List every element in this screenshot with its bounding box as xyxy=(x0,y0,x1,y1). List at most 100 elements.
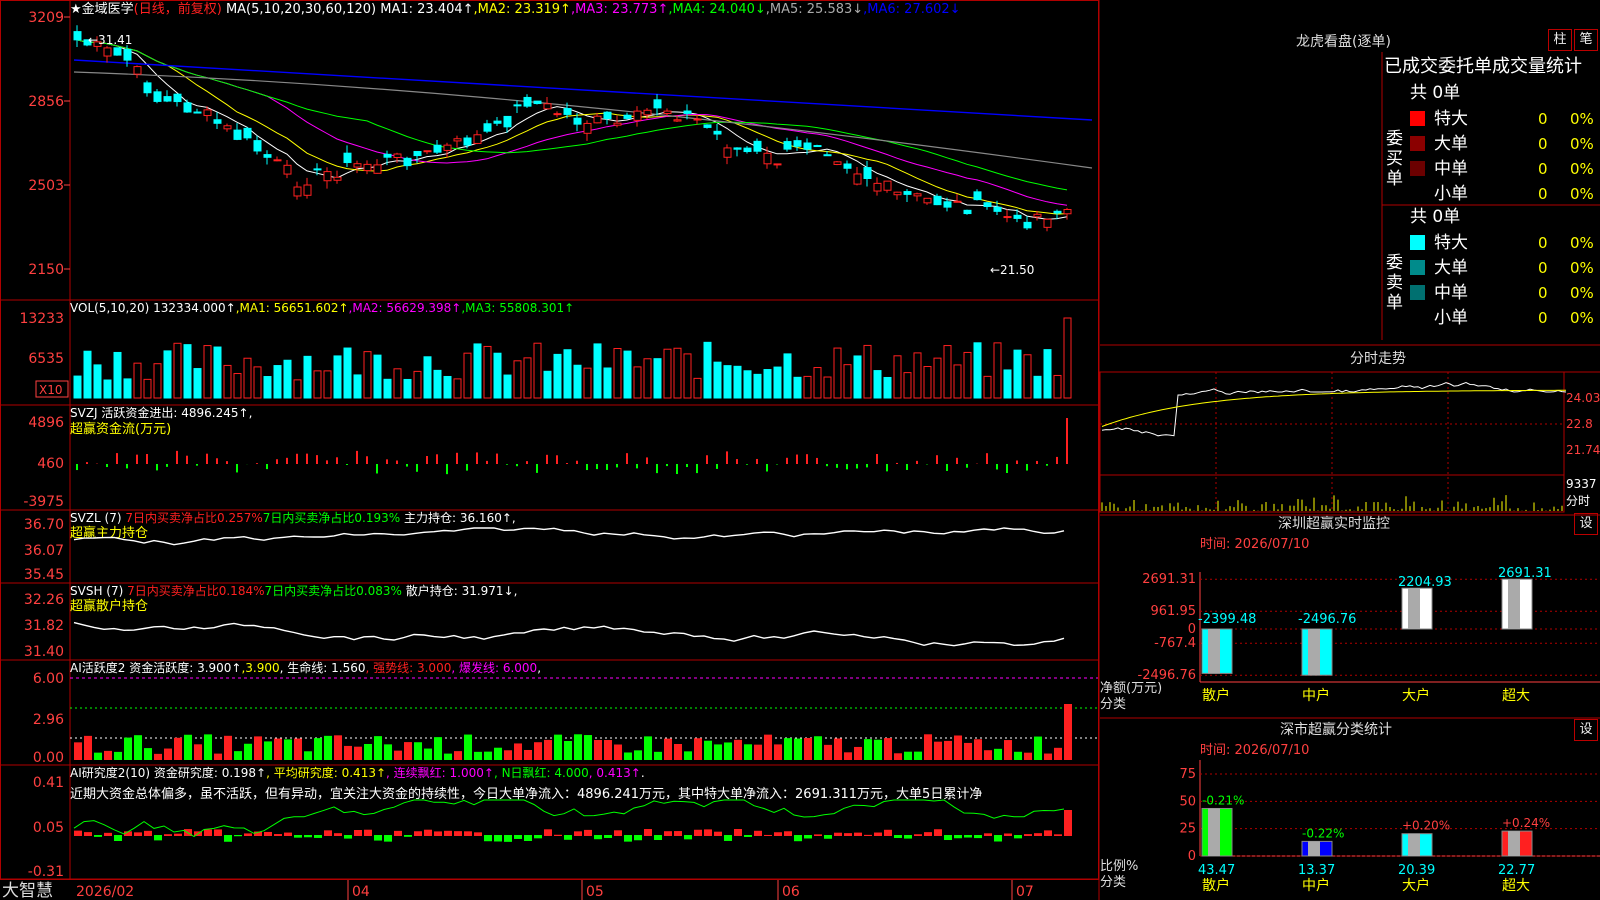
volume-bar xyxy=(613,348,622,399)
activity-bar xyxy=(404,742,412,760)
price-tick: 3209 xyxy=(28,10,64,26)
research-bar xyxy=(474,832,482,836)
price-pane[interactable]: ★金域医学(日线，前复权) MA(5,10,20,30,60,120) MA1:… xyxy=(28,1,1093,278)
volume-bar xyxy=(223,364,232,399)
research-bar xyxy=(714,831,722,836)
activity-bar xyxy=(754,744,762,760)
research-bar xyxy=(444,830,452,836)
volume-bar xyxy=(253,366,262,399)
research-bar xyxy=(1054,834,1062,836)
research-bar xyxy=(424,829,432,836)
activity-bar xyxy=(914,751,922,760)
volume-bar xyxy=(923,366,932,399)
sz-realtime-settings-button[interactable]: 设 xyxy=(1574,513,1598,535)
research-bar xyxy=(314,835,322,838)
svsh-line xyxy=(73,621,1065,647)
sell-order-table: 共 0单委卖单 特大 0 0% 大单 0 0% 中单 0 0% 小单 0 0% xyxy=(1386,207,1594,328)
chart-tick: 2691.31 xyxy=(1142,572,1196,587)
activity-bar xyxy=(934,741,942,760)
research-bar xyxy=(164,834,172,836)
candles xyxy=(73,25,1072,232)
activity-bar xyxy=(94,752,102,760)
row-count: 0 xyxy=(1538,185,1548,203)
ma-line xyxy=(73,59,1093,121)
activity-bar xyxy=(494,747,502,760)
candle-body xyxy=(683,110,692,114)
sz-category-settings-button[interactable]: 设 xyxy=(1574,719,1598,741)
candle-body xyxy=(173,93,182,103)
volume-bar xyxy=(573,364,582,399)
stock-chart-area[interactable]: ★金域医学(日线，前复权) MA(5,10,20,30,60,120) MA1:… xyxy=(0,0,1600,900)
svsh-pane[interactable]: SVSH (7) 7日内买卖净占比0.184%7日内买卖净占比0.083% 散户… xyxy=(24,583,1065,660)
candle-body xyxy=(783,141,792,150)
research-bar xyxy=(114,835,122,841)
volume-bar xyxy=(193,368,202,399)
category-label: 大户 xyxy=(1402,877,1430,894)
stock-name: ★金域医学 xyxy=(70,1,134,17)
research-bar xyxy=(954,835,962,839)
volume-pane[interactable]: VOL(5,10,20) 132334.000↑,MA1: 56651.602↑… xyxy=(19,301,1072,399)
candle-body xyxy=(153,91,162,102)
activity-bar xyxy=(254,736,262,760)
ma3-value: ,MA3: 23.773↑ xyxy=(571,2,668,17)
research-bar xyxy=(944,835,952,841)
research-bar xyxy=(734,829,742,836)
activity-bar xyxy=(184,734,192,760)
candle-body xyxy=(883,180,892,191)
volume-bar xyxy=(443,375,452,399)
ai-research-tick: 0.05 xyxy=(33,820,64,836)
ai-research-commentary: 近期大资金总体偏多，虽不活跃，但有异动，宜关注大资金的持续性，今日大单净流入：4… xyxy=(70,786,982,802)
candle-body xyxy=(583,122,592,134)
candle-body xyxy=(853,173,862,185)
tab-tick-view[interactable]: 笔 xyxy=(1574,29,1598,51)
activity-bar xyxy=(884,738,892,760)
volume-bar xyxy=(363,351,372,399)
tab-column-view[interactable]: 柱 xyxy=(1548,29,1572,51)
candle-body xyxy=(813,145,822,148)
volume-bar xyxy=(643,358,652,399)
activity-bar xyxy=(154,753,162,760)
candle-body xyxy=(603,111,612,120)
volume-bar xyxy=(983,375,992,399)
ai-activity-pane[interactable]: AI活跃度2 资金活跃度: 3.900↑,3.900, 生命线: 1.560, … xyxy=(33,660,1098,766)
sz-realtime-panel[interactable]: 深圳超赢实时监控 时间: 2026/07/10 2691.31 961.95 0-7… xyxy=(1100,515,1600,712)
price-tick: 2856 xyxy=(28,94,64,110)
svzl-pane[interactable]: SVZL (7) 7日内买卖净占比0.257%7日内买卖净占比0.193% 主力… xyxy=(24,510,1065,583)
row-count: 0 xyxy=(1538,135,1548,153)
activity-bar xyxy=(224,735,232,760)
activity-bar xyxy=(194,744,202,760)
svzj-pane[interactable]: SVZJ 活跃资金进出: 4896.245↑, 超赢资金流(万元) 4896 4… xyxy=(23,405,1068,510)
intraday-panel[interactable]: 分时走势 24.03 22.8 21.74 9337 分时 xyxy=(1099,351,1600,513)
candle-body xyxy=(833,161,842,165)
research-bar xyxy=(804,835,812,839)
volume-bar xyxy=(453,378,462,399)
svzl-line xyxy=(73,527,1065,546)
research-bar xyxy=(284,832,292,836)
lhkp-panel[interactable]: 龙虎看盘(逐单) 已成交委托单成交量统计 共 0单委买单特大 0 0%大单 0 0%中单… xyxy=(1296,33,1594,328)
candle-body xyxy=(873,182,882,192)
activity-bar xyxy=(764,734,772,760)
row-label: 特大 xyxy=(1434,109,1468,129)
bar-value-label: 20.39 xyxy=(1398,863,1435,878)
ai-activity-tick: 2.96 xyxy=(33,712,64,728)
research-bar xyxy=(564,835,572,840)
research-bar xyxy=(834,832,842,836)
research-bar xyxy=(84,832,92,836)
activity-bar xyxy=(634,750,642,760)
research-bar xyxy=(104,832,112,836)
ai-activity-tick: 6.00 xyxy=(33,671,64,687)
high-price-label: ←31.41 xyxy=(88,33,132,47)
sz-category-panel[interactable]: 深市超赢分类统计 时间: 2026/07/10 75 50 25 043.47散户 -0… xyxy=(1100,721,1600,894)
candle-body xyxy=(183,102,192,113)
research-bar xyxy=(324,830,332,836)
candle-body xyxy=(623,114,632,119)
chart-tick: 961.95 xyxy=(1151,604,1197,619)
volume-bar xyxy=(383,378,392,399)
ai-research-pane[interactable]: AI研究度2(10) 资金研究度: 0.198↑, 平均研究度: 0.413↑,… xyxy=(28,765,1072,880)
activity-bar xyxy=(1044,753,1052,760)
candle-body xyxy=(73,31,82,41)
research-bar xyxy=(584,829,592,836)
ai-research-header: AI研究度2(10) 资金研究度: 0.198↑, 平均研究度: 0.413↑,… xyxy=(70,765,645,780)
activity-bar xyxy=(974,739,982,760)
order-total: 共 0单 xyxy=(1410,207,1460,227)
